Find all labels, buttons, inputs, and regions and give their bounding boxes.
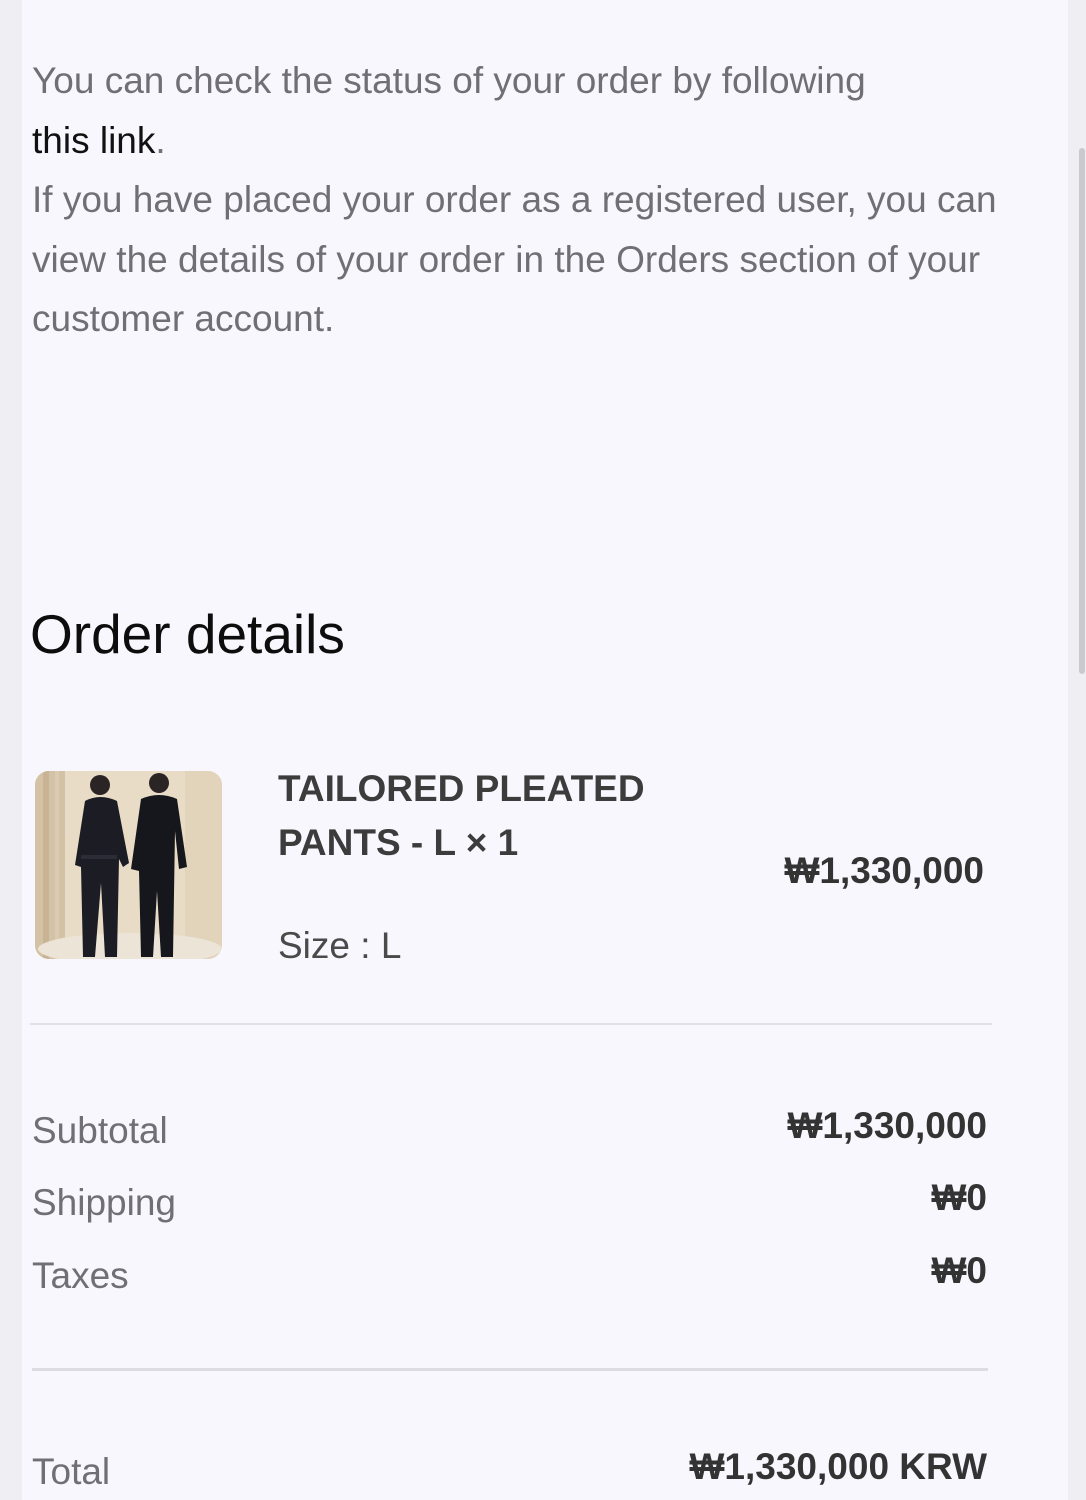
product-price: ₩1,330,000	[784, 850, 984, 891]
taxes-value: ₩0	[931, 1250, 988, 1291]
subtotal-label: Subtotal	[32, 1110, 168, 1151]
product-image	[35, 771, 222, 959]
total-label: Total	[32, 1451, 111, 1492]
total-value: ₩1,330,000 KRW	[689, 1446, 988, 1487]
product-size: Size : L	[278, 925, 402, 966]
product-thumbnail[interactable]	[35, 771, 222, 959]
product-name: TAILORED PLEATED PANTS - L × 1	[278, 768, 645, 863]
taxes-label: Taxes	[32, 1255, 129, 1296]
order-details-title: Order details	[30, 603, 345, 665]
subtotal-value: ₩1,330,000	[787, 1105, 987, 1146]
scrollbar[interactable]	[1079, 148, 1085, 674]
order-status-link[interactable]: this link	[32, 120, 155, 161]
shipping-label: Shipping	[32, 1182, 177, 1223]
link-suffix: .	[155, 119, 166, 161]
order-status-message: You can check the status of your order b…	[32, 51, 1012, 349]
registered-user-text: If you have placed your order as a regis…	[32, 179, 997, 339]
divider	[32, 1368, 988, 1371]
shipping-value: ₩0	[931, 1177, 988, 1218]
divider	[30, 1023, 992, 1025]
status-text: You can check the status of your order b…	[32, 60, 866, 101]
